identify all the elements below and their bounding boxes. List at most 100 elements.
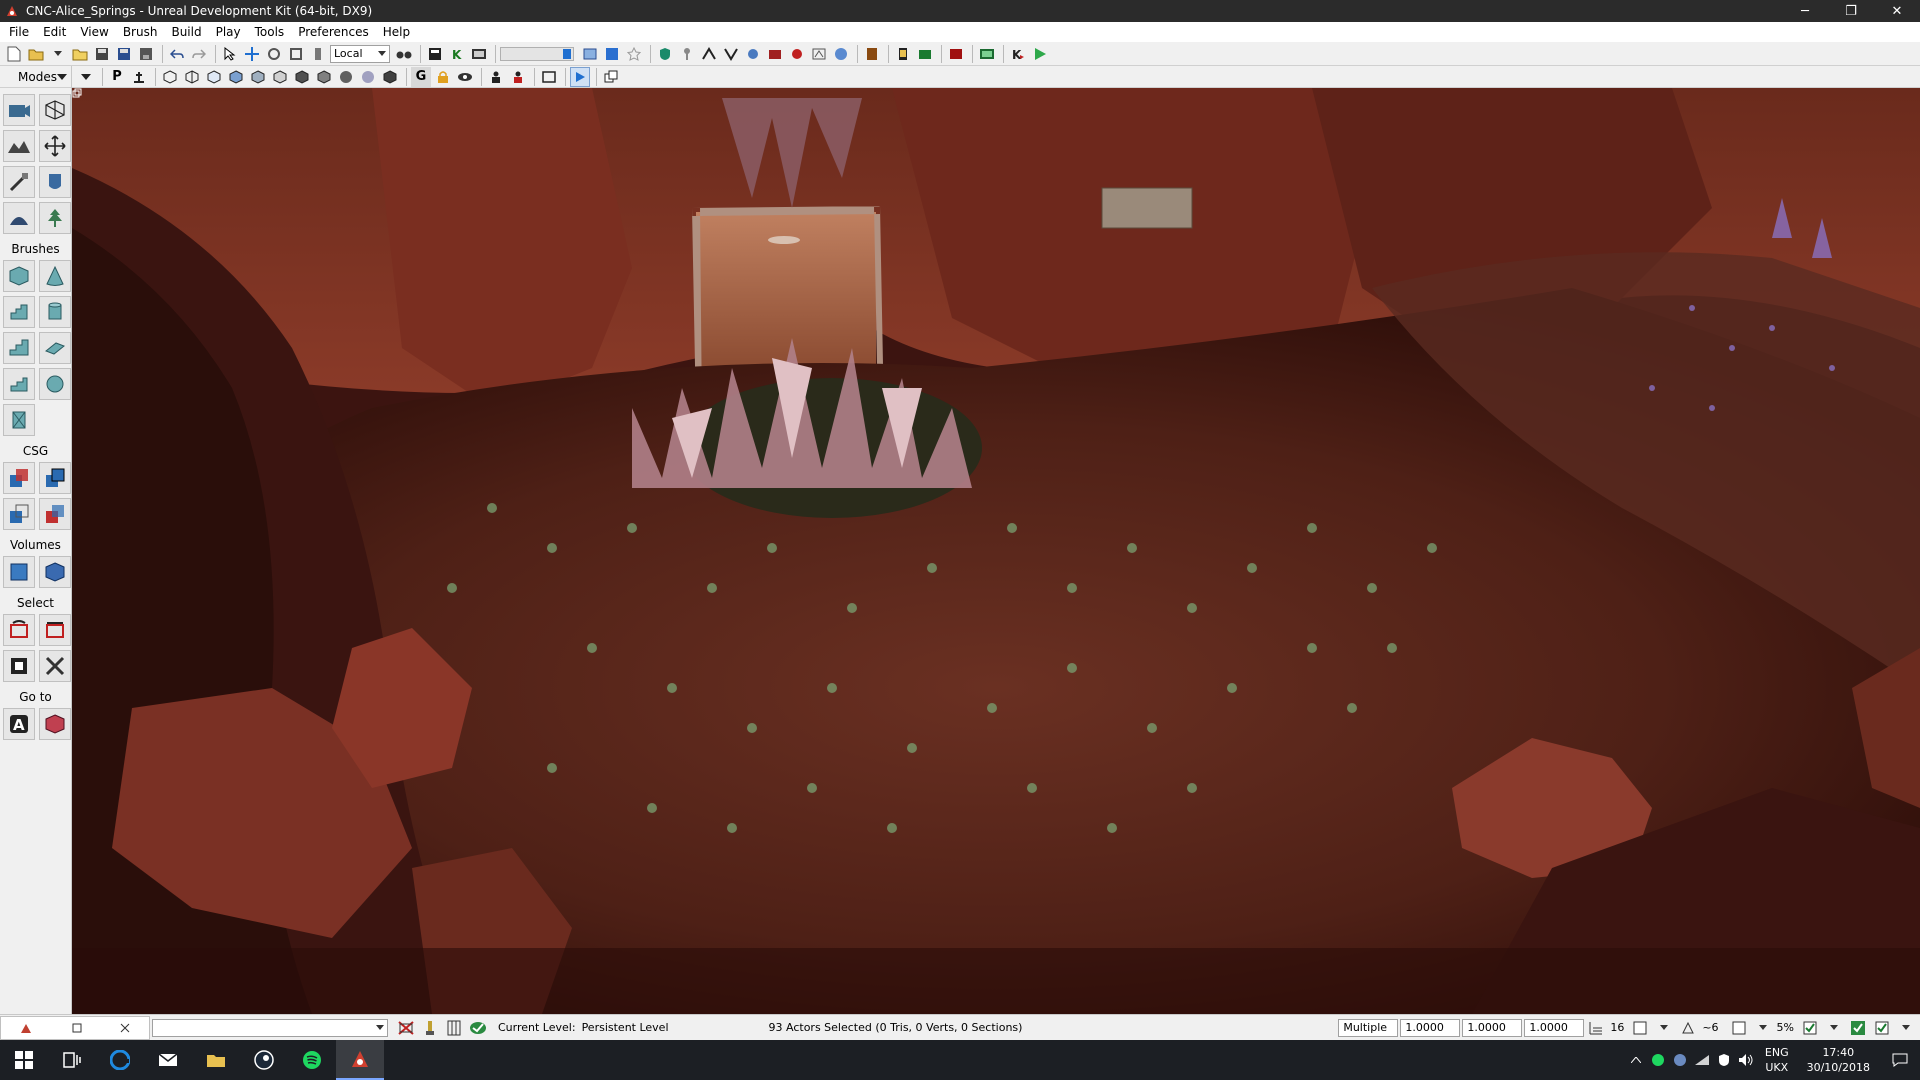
windows-start-icon[interactable] [0,1040,48,1080]
volumetric-brush-icon[interactable] [3,404,35,436]
scale-snap-toggle-icon[interactable] [1800,1018,1820,1038]
goto-builder-brush-icon[interactable] [39,708,71,740]
move-mode-icon[interactable] [39,130,71,162]
open-folder-icon[interactable] [26,44,46,64]
foliage-mode-icon[interactable] [39,202,71,234]
show-viewport-icon[interactable] [580,44,600,64]
menu-play[interactable]: Play [209,22,248,42]
shader-complexity-icon[interactable] [336,67,356,87]
menu-brush[interactable]: Brush [116,22,165,42]
build-all-icon[interactable] [787,44,807,64]
scale-nonuniform-icon[interactable] [308,44,328,64]
wireframe-mode-icon[interactable] [160,67,180,87]
autosave-dropdown-icon[interactable] [1896,1018,1916,1038]
static-mesh-mode-icon[interactable] [3,202,35,234]
modes-dropdown-icon[interactable] [57,73,67,80]
task-view-icon[interactable] [48,1040,96,1080]
scale-x-field[interactable]: 1.0000 [1400,1018,1461,1037]
show-selected-icon[interactable] [3,614,35,646]
grid-size-dropdown-icon[interactable] [1654,1018,1674,1038]
autosave-toggle-icon[interactable] [1872,1018,1892,1038]
redo-icon[interactable] [189,44,209,64]
mail-icon[interactable] [144,1040,192,1080]
clock[interactable]: 17:40 30/10/2018 [1807,1045,1870,1075]
new-file-icon[interactable] [4,44,24,64]
star-icon[interactable] [624,44,644,64]
light-complexity-icon[interactable] [292,67,312,87]
menu-preferences[interactable]: Preferences [291,22,376,42]
slider-knob[interactable] [563,48,571,59]
steam-tray-icon[interactable] [1669,1040,1691,1080]
lighting-only-icon[interactable] [270,67,290,87]
level-status-icon[interactable] [468,1018,488,1038]
lighting-channels-icon[interactable] [380,67,400,87]
binoculars-icon[interactable] [394,44,414,64]
brush-builder-icon[interactable] [420,1018,440,1038]
build-lighting-icon[interactable] [721,44,741,64]
lighting-quality-icon[interactable] [809,44,829,64]
camera-speed-slider[interactable] [500,46,574,61]
save-as-icon[interactable] [136,44,156,64]
camera-lock-icon[interactable] [129,67,149,87]
coordinate-system-select[interactable]: Local [330,44,390,63]
undo-icon[interactable] [167,44,187,64]
dropdown-arrow-icon[interactable] [48,44,68,64]
mobile-preview-icon[interactable] [893,44,913,64]
lit-mode-icon[interactable] [226,67,246,87]
geometry-mode-icon[interactable] [39,94,71,126]
menu-file[interactable]: File [2,22,36,42]
menu-view[interactable]: View [73,22,115,42]
rotation-snap-icon[interactable] [1678,1018,1698,1038]
perspective-toggle[interactable]: P [107,67,127,87]
maximize-viewport-icon[interactable] [72,88,82,98]
edge-browser-icon[interactable] [96,1040,144,1080]
spotify-tray-icon[interactable] [1647,1040,1669,1080]
build-paths-icon[interactable] [743,44,763,64]
security-shield-icon[interactable] [1713,1040,1735,1080]
build-cover-icon[interactable] [765,44,785,64]
play-on-console-icon[interactable] [946,44,966,64]
drag-grid-icon[interactable] [396,1018,416,1038]
steam-icon[interactable] [240,1040,288,1080]
pin-icon[interactable] [677,44,697,64]
matinee-icon[interactable] [469,44,489,64]
input-language[interactable]: ENG UKX [1765,1045,1789,1075]
viewport-options-dropdown-icon[interactable] [76,67,96,87]
cube-brush-icon[interactable] [3,260,35,292]
minimize-button[interactable]: ─ [1782,0,1828,22]
linear-stair-brush-icon[interactable] [3,332,35,364]
sheet-brush-icon[interactable] [39,332,71,364]
spotify-icon[interactable] [288,1040,336,1080]
csg-subtract-icon[interactable] [39,462,71,494]
spiral-stair-brush-icon[interactable] [3,368,35,400]
camera-mode-icon[interactable] [3,94,35,126]
select-pointer-icon[interactable] [220,44,240,64]
scale-y-field[interactable]: 1.0000 [1462,1018,1523,1037]
lightmap-density-icon[interactable] [358,67,378,87]
brush-wireframe-icon[interactable] [182,67,202,87]
grid-toggle-icon[interactable] [444,1018,464,1038]
unlit-mode-icon[interactable] [204,67,224,87]
actor-icon[interactable] [486,67,506,87]
udk-taskbar-icon[interactable] [336,1040,384,1080]
detail-lighting-icon[interactable] [248,67,268,87]
file-explorer-icon[interactable] [192,1040,240,1080]
curved-stair-brush-icon[interactable] [3,296,35,328]
minimized-floating-window[interactable] [0,1015,150,1040]
frame-icon[interactable] [539,67,559,87]
hide-selected-icon[interactable] [39,614,71,646]
sphere-brush-icon[interactable] [39,368,71,400]
volume-dropdown-icon[interactable] [39,556,71,588]
menu-help[interactable]: Help [376,22,417,42]
add-volume-icon[interactable] [3,556,35,588]
autosave-icon[interactable] [1848,1018,1868,1038]
show-hidden-icons-icon[interactable] [1625,1040,1647,1080]
actor-red-icon[interactable] [508,67,528,87]
kismet-icon[interactable]: K [447,44,467,64]
volume-icon[interactable] [1735,1040,1757,1080]
eye-icon[interactable] [455,67,475,87]
perspective-viewport[interactable] [72,88,1920,1014]
favorite-folder-icon[interactable] [70,44,90,64]
book-icon[interactable] [862,44,882,64]
terrain-mode-icon[interactable] [3,130,35,162]
